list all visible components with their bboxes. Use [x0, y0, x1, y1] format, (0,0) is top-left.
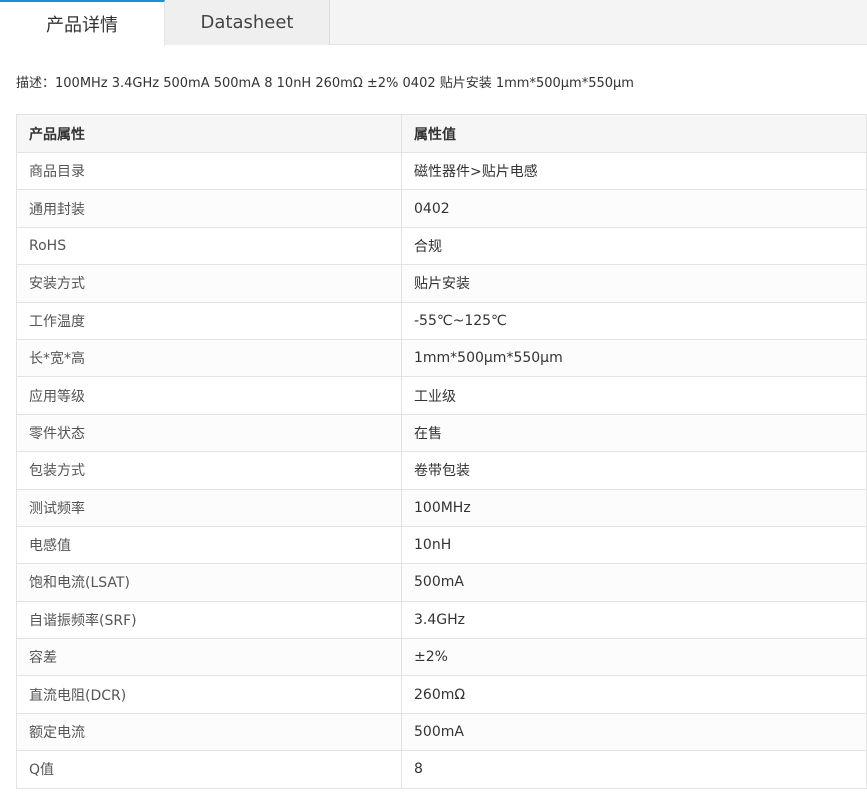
attribute-name: 电感值 [16, 525, 402, 565]
table-header-row: 产品属性 属性值 [16, 114, 867, 153]
attribute-value: 磁性器件>贴片电感 [401, 151, 867, 191]
attribute-name: 直流电阻(DCR) [16, 675, 402, 714]
table-row: 长*宽*高 1mm*500μm*550μm [16, 338, 867, 378]
attribute-name: 自谐振频率(SRF) [16, 600, 402, 640]
attribute-value: 卷带包装 [401, 451, 867, 490]
attribute-name: 容差 [16, 638, 402, 677]
attribute-name: 长*宽*高 [16, 338, 402, 378]
attribute-name: RoHS [16, 226, 402, 266]
attribute-value: 500mA [401, 712, 867, 752]
attribute-name: 工作温度 [16, 301, 402, 340]
table-row: 包装方式 卷带包装 [16, 451, 867, 490]
attribute-name: 零件状态 [16, 413, 402, 453]
attribute-name: 应用等级 [16, 376, 402, 415]
header-value: 属性值 [401, 114, 867, 153]
attribute-value: -55℃~125℃ [401, 301, 867, 340]
table-row: 自谐振频率(SRF) 3.4GHz [16, 600, 867, 640]
table-row: 应用等级 工业级 [16, 376, 867, 415]
attribute-value: 贴片安装 [401, 264, 867, 303]
table-row: 工作温度 -55℃~125℃ [16, 301, 867, 340]
tab-product-details[interactable]: 产品详情 [0, 0, 165, 46]
attribute-value: 在售 [401, 413, 867, 453]
table-row: 容差 ±2% [16, 638, 867, 677]
attribute-value: 10nH [401, 525, 867, 565]
spec-table-body: 商品目录 磁性器件>贴片电感 通用封装 0402 RoHS 合规 安装方式 贴片安装 工作温度 -… [16, 151, 867, 789]
table-row: 零件状态 在售 [16, 413, 867, 453]
attribute-value: 1mm*500μm*550μm [401, 338, 867, 378]
attribute-value: ±2% [401, 638, 867, 677]
attribute-name: 商品目录 [16, 151, 402, 191]
table-row: 电感值 10nH [16, 525, 867, 565]
tab-datasheet[interactable]: Datasheet [165, 0, 330, 45]
attribute-value: 100MHz [401, 488, 867, 527]
table-row: 安装方式 贴片安装 [16, 264, 867, 303]
attribute-name: 额定电流 [16, 712, 402, 752]
attribute-name: 安装方式 [16, 264, 402, 303]
table-row: RoHS 合规 [16, 226, 867, 266]
attribute-value: 260mΩ [401, 675, 867, 714]
attribute-name: 包装方式 [16, 451, 402, 490]
attribute-value: 工业级 [401, 376, 867, 415]
attribute-value: 3.4GHz [401, 600, 867, 640]
spec-table: 产品属性 属性值 商品目录 磁性器件>贴片电感 通用封装 0402 RoHS 合规 安装方式… [16, 114, 867, 789]
table-row: 测试频率 100MHz [16, 488, 867, 527]
tab-bar: 产品详情 Datasheet [0, 0, 867, 46]
header-attribute: 产品属性 [16, 114, 402, 153]
product-description: 描述：100MHz 3.4GHz 500mA 500mA 8 10nH 260m… [16, 76, 634, 91]
table-row: 额定电流 500mA [16, 712, 867, 752]
attribute-name: Q值 [16, 750, 402, 789]
table-row: Q值 8 [16, 750, 867, 789]
attribute-name: 饱和电流(LSAT) [16, 563, 402, 602]
attribute-value: 合规 [401, 226, 867, 266]
attribute-value: 500mA [401, 563, 867, 602]
attribute-name: 测试频率 [16, 488, 402, 527]
attribute-value: 8 [401, 750, 867, 789]
attribute-name: 通用封装 [16, 189, 402, 228]
table-row: 饱和电流(LSAT) 500mA [16, 563, 867, 602]
table-row: 商品目录 磁性器件>贴片电感 [16, 151, 867, 191]
table-row: 通用封装 0402 [16, 189, 867, 228]
table-row: 直流电阻(DCR) 260mΩ [16, 675, 867, 714]
attribute-value: 0402 [401, 189, 867, 228]
